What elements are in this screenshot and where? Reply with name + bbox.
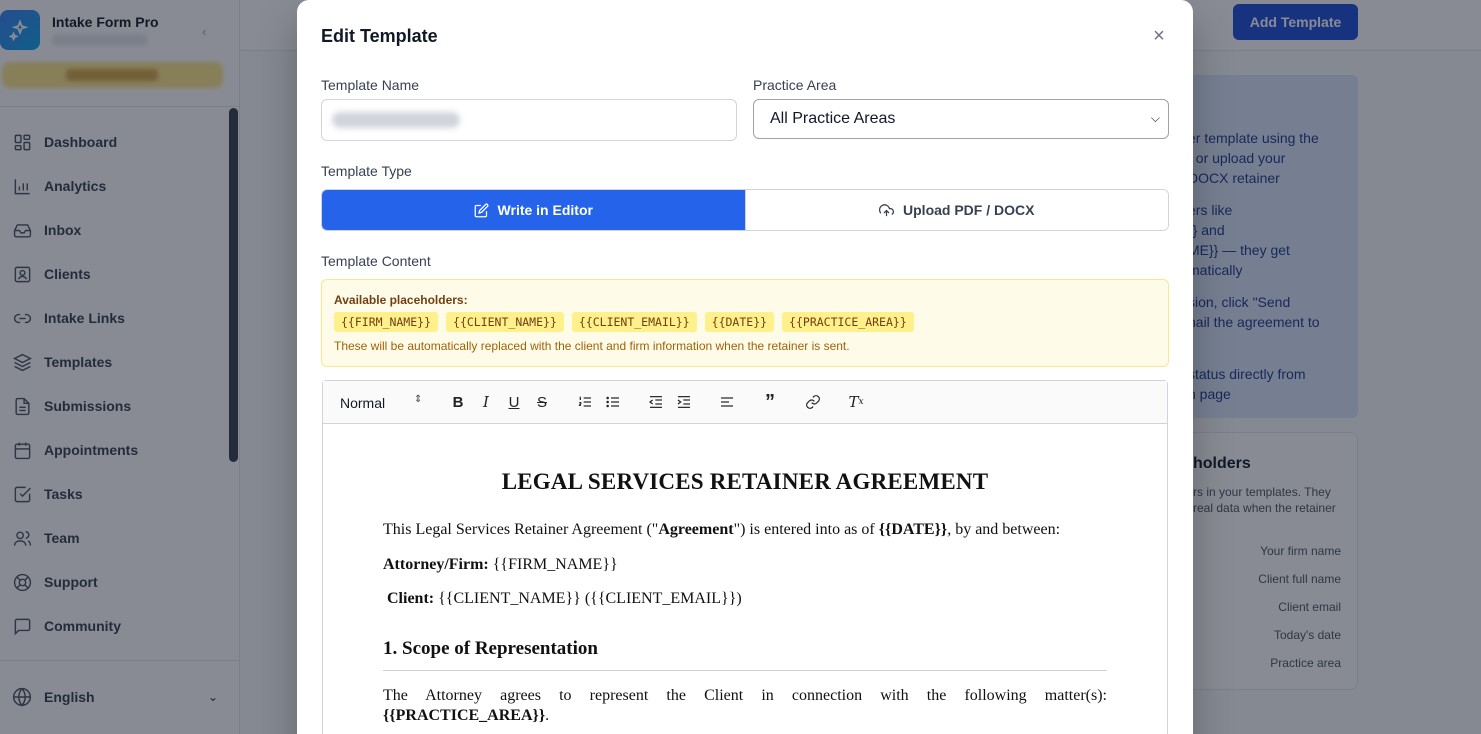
clear-format-icon[interactable]: Tx: [847, 393, 865, 411]
indent-icon[interactable]: [675, 393, 693, 411]
template-name-label: Template Name: [321, 77, 420, 93]
align-left-icon[interactable]: [718, 393, 736, 411]
intro-bold: Agreement: [658, 521, 734, 538]
upload-pdf-docx-button[interactable]: Upload PDF / DOCX: [744, 190, 1168, 230]
edit-icon: [474, 203, 488, 217]
practice-area-label: Practice Area: [753, 77, 837, 93]
placeholder-chips: {{FIRM_NAME}} {{CLIENT_NAME}} {{CLIENT_E…: [334, 312, 914, 332]
intro-paragraph: This Legal Services Retainer Agreement (…: [383, 521, 1060, 539]
scope-placeholder: {{PRACTICE_AREA}}: [383, 707, 546, 724]
link-icon[interactable]: [804, 393, 822, 411]
format-value: Normal: [340, 395, 386, 411]
template-content-label: Template Content: [321, 253, 431, 269]
underline-icon[interactable]: U: [505, 393, 523, 411]
upload-label: Upload PDF / DOCX: [903, 202, 1035, 218]
placeholder-chip: {{FIRM_NAME}}: [334, 312, 439, 332]
template-type-toggle: Write in Editor Upload PDF / DOCX: [321, 189, 1169, 231]
chevron-down-icon: ⌵: [1150, 111, 1160, 125]
italic-icon[interactable]: I: [477, 393, 495, 411]
scope-end: .: [545, 707, 550, 724]
intro-text: This Legal Services Retainer Agreement (…: [383, 521, 659, 538]
rich-text-editor: Normal ⇕ B I U S ” Tx LEGAL SERVICES RET…: [322, 380, 1168, 734]
practice-area-select[interactable]: All Practice Areas ⌵: [753, 99, 1169, 139]
ordered-list-icon[interactable]: [576, 393, 594, 411]
scope-paragraph: The Attorney agrees to represent the Cli…: [383, 685, 1107, 707]
bullet-list-icon[interactable]: [604, 393, 622, 411]
placeholder-chip: {{DATE}}: [704, 312, 775, 332]
editor-toolbar: Normal ⇕ B I U S ” Tx: [323, 381, 1167, 424]
section-divider: [383, 670, 1107, 671]
write-in-editor-label: Write in Editor: [497, 202, 593, 218]
firm-line: Attorney/Firm: {{FIRM_NAME}}: [383, 556, 618, 574]
scope-text: The Attorney agrees to represent the Cli…: [383, 687, 1107, 704]
up-down-icon: ⇕: [414, 394, 423, 405]
document-title: LEGAL SERVICES RETAINER AGREEMENT: [501, 469, 989, 494]
template-name-input[interactable]: [321, 99, 737, 141]
scope-value-line: {{PRACTICE_AREA}}.: [383, 707, 549, 725]
edit-template-modal: Edit Template × Template Name Practice A…: [297, 0, 1193, 734]
firm-value: {{FIRM_NAME}}: [488, 556, 618, 573]
outdent-icon[interactable]: [647, 393, 665, 411]
cloud-upload-icon: [879, 203, 894, 216]
template-type-label: Template Type: [321, 163, 412, 179]
strikethrough-icon[interactable]: S: [533, 393, 551, 411]
write-in-editor-button[interactable]: Write in Editor: [322, 190, 745, 230]
client-label: Client:: [387, 590, 435, 607]
notice-title: Available placeholders:: [334, 293, 468, 307]
client-line: Client: {{CLIENT_NAME}} ({{CLIENT_EMAIL}…: [387, 590, 742, 608]
practice-area-value: All Practice Areas: [770, 110, 896, 127]
placeholder-chip: {{PRACTICE_AREA}}: [782, 312, 914, 332]
intro-text: ") is entered into as of: [733, 521, 879, 538]
notice-footer: These will be automatically replaced wit…: [334, 339, 850, 353]
firm-label: Attorney/Firm:: [383, 556, 489, 573]
placeholders-notice: Available placeholders: {{FIRM_NAME}} {{…: [321, 279, 1169, 367]
placeholder-chip: {{CLIENT_EMAIL}}: [571, 312, 697, 332]
bold-icon[interactable]: B: [449, 393, 467, 411]
placeholder-chip: {{CLIENT_NAME}}: [446, 312, 564, 332]
format-select[interactable]: Normal ⇕: [340, 394, 422, 411]
intro-date-placeholder: {{DATE}}: [878, 521, 948, 538]
client-value: {{CLIENT_NAME}} ({{CLIENT_EMAIL}}): [434, 590, 742, 607]
modal-title: Edit Template: [321, 26, 438, 46]
close-icon[interactable]: ×: [1149, 26, 1169, 46]
blockquote-icon[interactable]: ”: [761, 391, 779, 413]
redacted-value: [332, 112, 460, 128]
intro-text: , by and between:: [947, 521, 1061, 538]
section-heading: 1. Scope of Representation: [383, 638, 598, 659]
